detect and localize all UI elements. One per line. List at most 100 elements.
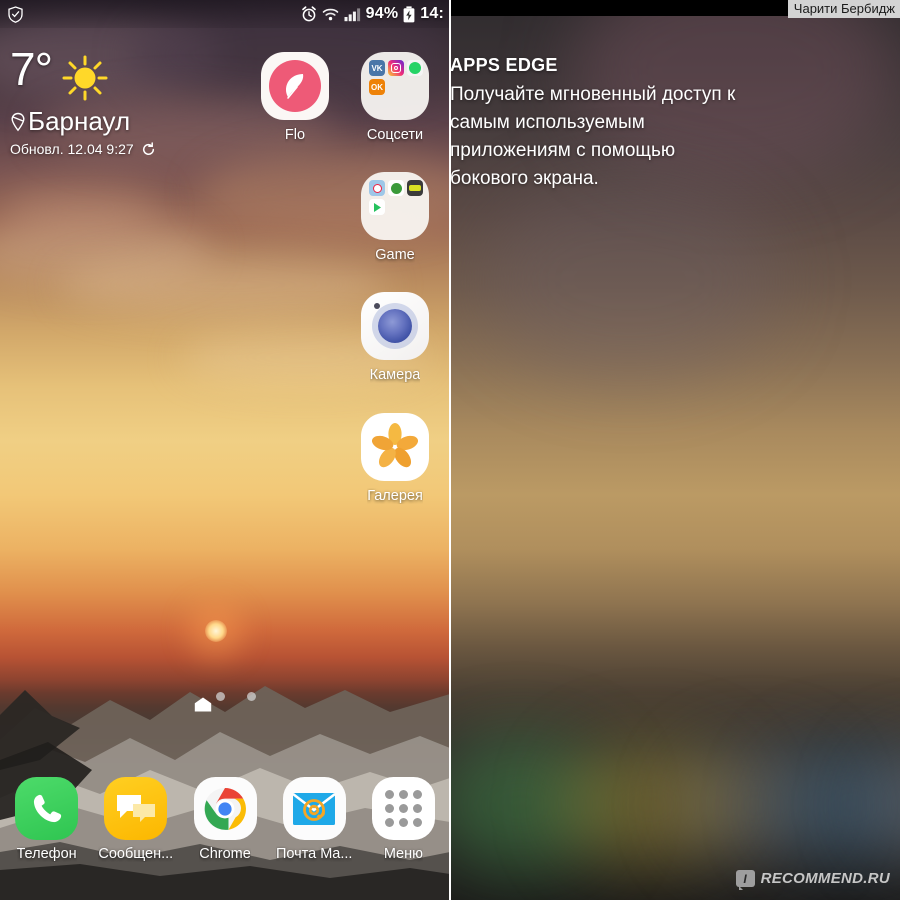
folder-game[interactable]: Game: [345, 172, 445, 263]
battery-charging-icon: [403, 5, 415, 22]
folder-icon: [361, 172, 429, 240]
app-icon-wrap: [361, 292, 429, 360]
dock-item-phone[interactable]: Телефон: [2, 777, 91, 862]
page-dot[interactable]: [216, 692, 225, 701]
flower-shape: [371, 423, 419, 468]
camera-flash-dot: [374, 303, 380, 309]
apps-edge-body: Получайте мгновенный доступ к самым испо…: [450, 84, 736, 190]
mini-icon-game3: [407, 180, 423, 196]
menu-dot: [398, 804, 408, 813]
weather-temp-row: 7°: [10, 43, 156, 102]
apps-menu-icon: [371, 777, 435, 840]
chrome-icon: [193, 777, 257, 840]
sun-icon: [62, 55, 108, 101]
dock-label: Сообщен...: [98, 846, 174, 862]
alarm-icon: [301, 6, 316, 22]
dock-item-messages[interactable]: Сообщен...: [91, 777, 180, 862]
weather-widget[interactable]: 7° Барнаул Обновл. 12.04 9:27: [10, 43, 156, 157]
panel-divider: [449, 0, 451, 900]
app-label: Game: [375, 247, 415, 263]
phone-icon: [15, 777, 79, 840]
home-screen-panel: 94% 14: 7° Барнаул Обновл. 12.04 9:27 Fl…: [0, 0, 450, 900]
mini-icon-game1: [369, 180, 385, 196]
app-label: Галерея: [367, 488, 423, 504]
status-bar-clock: 14:: [420, 5, 444, 22]
phone-handset-shape: [33, 794, 61, 822]
mini-icon-whatsapp: [407, 60, 423, 76]
dock-label: Почта Ma...: [275, 846, 353, 862]
mini-icon-game2: [388, 180, 404, 196]
menu-dot: [412, 790, 422, 799]
location-pin-icon: [11, 112, 25, 131]
speech-bubbles-shape: [116, 794, 155, 822]
menu-dot: [384, 804, 394, 813]
home-app-row: Flo VK OK Соцсети: [245, 52, 445, 143]
shield-icon: [8, 5, 23, 23]
dock: Телефон Сообщен... Chrome Почта Ma... Ме…: [0, 777, 450, 862]
recommend-logo-icon: I: [735, 870, 755, 890]
menu-dot: [384, 818, 394, 827]
dock-item-menu[interactable]: Меню: [359, 777, 448, 862]
tooltip-label: Чарити Бербидж: [787, 0, 900, 18]
battery-percent-label: 94%: [365, 5, 399, 22]
menu-dot: [384, 790, 394, 799]
app-icon-wrap: [361, 413, 429, 481]
home-app-row: Галерея: [245, 413, 445, 504]
flo-circle: [269, 60, 321, 112]
weather-temperature: 7°: [10, 43, 53, 95]
feather-shape: [286, 74, 304, 99]
watermark: I RECOMMEND.RU: [732, 867, 894, 890]
edge-blur-blob: [480, 180, 780, 380]
app-icon-wrap: [361, 172, 429, 240]
home-app-row: Камера: [245, 292, 445, 383]
page-indicator: [0, 692, 450, 711]
camera-lens: [378, 309, 412, 343]
apps-edge-title: APPS EDGE: [450, 55, 558, 75]
app-icon-wrap: [261, 52, 329, 120]
gallery-flower-icon: [361, 413, 429, 481]
mini-icon-google-play: [369, 199, 385, 215]
wifi-icon: [322, 8, 338, 20]
dock-item-chrome[interactable]: Chrome: [180, 777, 269, 862]
menu-dot: [398, 818, 408, 827]
messages-icon: [104, 777, 168, 840]
camera-icon: [361, 292, 429, 360]
app-flo[interactable]: Flo: [245, 52, 345, 143]
dock-label: Chrome: [199, 846, 251, 862]
apps-edge-panel: Чарити Бербидж APPS EDGE Получайте мгнов…: [450, 0, 900, 900]
app-gallery[interactable]: Галерея: [345, 413, 445, 504]
dock-label: Телефон: [16, 846, 77, 862]
menu-dot: [398, 790, 408, 799]
menu-dot: [412, 804, 422, 813]
weather-city: Барнаул: [28, 106, 131, 136]
status-bar-left: [8, 5, 23, 23]
screenshot-root: 94% 14: 7° Барнаул Обновл. 12.04 9:27 Fl…: [0, 0, 900, 900]
mini-icon-vk: VK: [369, 60, 385, 76]
folder-icon: VK OK: [361, 52, 429, 120]
page-dot[interactable]: [247, 692, 256, 701]
folder-socseti[interactable]: VK OK Соцсети: [345, 52, 445, 143]
app-label: Камера: [369, 367, 421, 383]
watermark-text: RECOMMEND.RU: [760, 870, 890, 887]
dock-item-mail[interactable]: Почта Ma...: [270, 777, 359, 862]
status-bar: 94% 14:: [0, 0, 450, 28]
signal-icon: [344, 7, 360, 21]
apps-grid-dots: [384, 790, 422, 827]
envelope-at-shape: [292, 792, 336, 825]
app-icon-wrap: VK OK: [361, 52, 429, 120]
app-label: Flo: [284, 127, 306, 143]
flo-feather-icon: [261, 52, 329, 120]
home-app-grid: Flo VK OK Соцсети Game Камера Галерея: [245, 52, 445, 533]
app-label: Соцсети: [366, 127, 424, 143]
refresh-icon[interactable]: [141, 141, 156, 157]
mail-ru-icon: [282, 777, 346, 840]
weather-updated-row: Обновл. 12.04 9:27: [10, 141, 156, 157]
weather-location-row: Барнаул: [10, 106, 156, 137]
app-camera[interactable]: Камера: [345, 292, 445, 383]
apps-edge-description: APPS EDGE Получайте мгновенный доступ к …: [450, 55, 750, 193]
chrome-shape: [204, 787, 246, 830]
status-bar-right: 94% 14:: [301, 5, 444, 23]
menu-dot: [412, 818, 422, 827]
wallpaper-sun: [205, 620, 227, 642]
dock-label: Меню: [383, 846, 424, 862]
